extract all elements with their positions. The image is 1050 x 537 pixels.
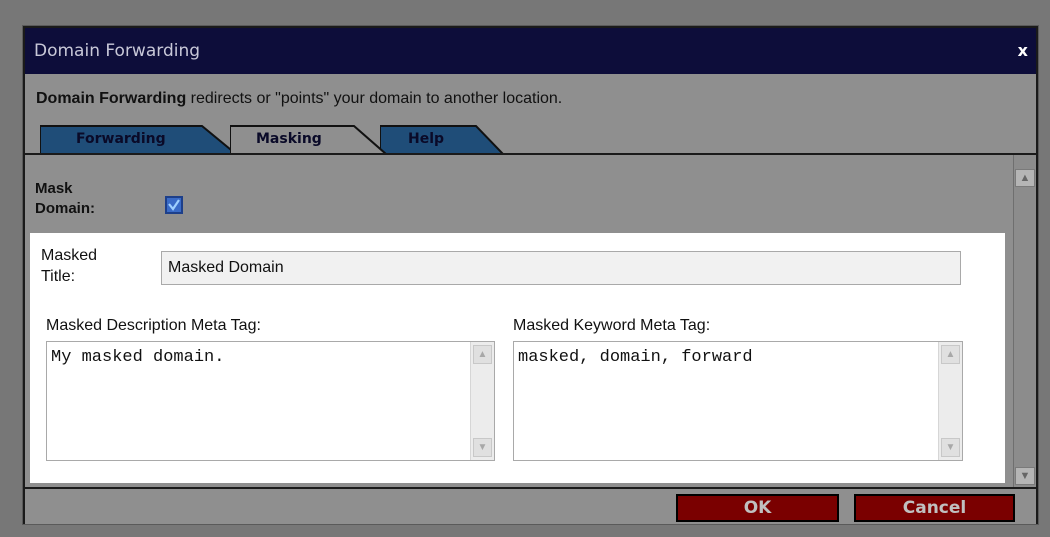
- tab-help-label: Help: [408, 131, 445, 147]
- ok-button[interactable]: OK: [676, 494, 839, 522]
- dialog-title-bar: Domain Forwarding: [25, 28, 1036, 74]
- panel-scrollbar[interactable]: ▲ ▼: [1013, 155, 1036, 487]
- masked-title-input[interactable]: [161, 251, 961, 285]
- tab-masking-label: Masking: [256, 131, 322, 147]
- mask-domain-label: Mask Domain:: [35, 180, 95, 217]
- keyword-scrollbar[interactable]: ▲ ▼: [938, 342, 962, 460]
- intro-rest: redirects or "points" your domain to ano…: [186, 90, 563, 107]
- tab-help[interactable]: Help: [380, 124, 505, 154]
- tab-forwarding-label: Forwarding: [76, 131, 166, 147]
- close-icon[interactable]: x: [1018, 28, 1028, 74]
- masking-panel: Mask Domain: Masked Title: Masked Descri…: [25, 155, 1013, 487]
- dialog-footer: OK Cancel: [25, 487, 1036, 524]
- dialog-title: Domain Forwarding: [34, 41, 201, 61]
- description-textarea[interactable]: My masked domain.: [47, 342, 470, 460]
- scroll-down-icon[interactable]: ▼: [1015, 467, 1035, 485]
- mask-domain-checkbox[interactable]: [165, 196, 183, 214]
- scroll-down-icon[interactable]: ▼: [941, 438, 960, 457]
- description-scrollbar[interactable]: ▲ ▼: [470, 342, 494, 460]
- intro-text: Domain Forwarding redirects or "points" …: [36, 90, 562, 108]
- intro-bold: Domain Forwarding: [36, 90, 187, 107]
- domain-forwarding-dialog: Domain Forwarding x Domain Forwarding re…: [23, 26, 1038, 524]
- tab-forwarding[interactable]: Forwarding: [40, 124, 238, 154]
- description-field: My masked domain. ▲ ▼: [46, 341, 495, 461]
- scroll-up-icon[interactable]: ▲: [473, 345, 492, 364]
- scroll-up-icon[interactable]: ▲: [941, 345, 960, 364]
- tab-masking[interactable]: Masking: [230, 124, 388, 154]
- cancel-button[interactable]: Cancel: [854, 494, 1015, 522]
- tab-bar: Forwarding Help Masking: [25, 124, 1036, 154]
- check-icon: [168, 199, 180, 211]
- description-label: Masked Description Meta Tag:: [46, 317, 261, 334]
- scroll-up-icon[interactable]: ▲: [1015, 169, 1035, 187]
- keyword-field: masked, domain, forward ▲ ▼: [513, 341, 963, 461]
- scroll-down-icon[interactable]: ▼: [473, 438, 492, 457]
- keyword-label: Masked Keyword Meta Tag:: [513, 317, 711, 334]
- keyword-textarea[interactable]: masked, domain, forward: [514, 342, 938, 460]
- masked-title-label: Masked Title:: [41, 247, 98, 285]
